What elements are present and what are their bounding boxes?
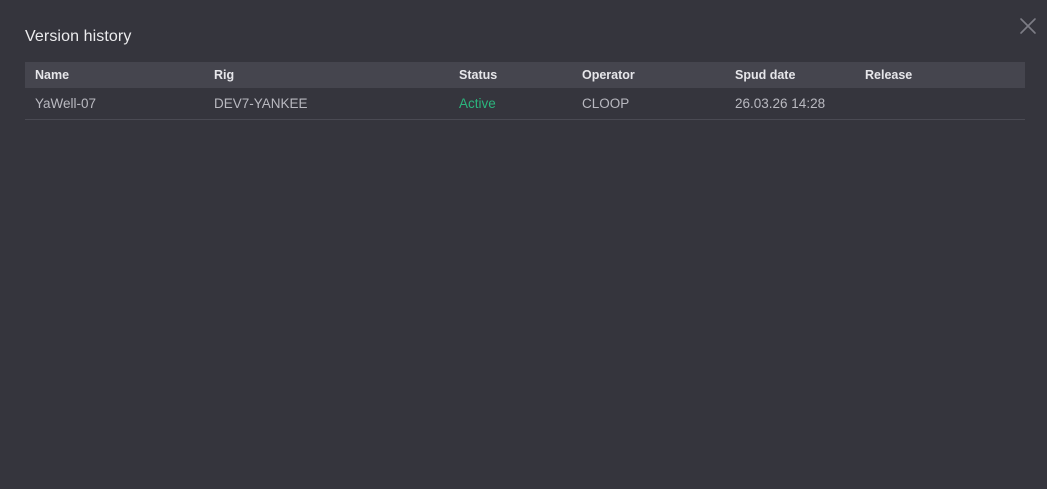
column-header-status[interactable]: Status	[459, 62, 497, 88]
close-icon	[1020, 18, 1036, 34]
version-table: Name Rig Status Operator Spud date Relea…	[25, 62, 1025, 120]
cell-rig: DEV7-YANKEE	[214, 96, 308, 111]
cell-name: YaWell-07	[35, 96, 97, 111]
cell-status: Active	[459, 96, 496, 111]
dialog-title: Version history	[25, 28, 132, 45]
column-header-rig[interactable]: Rig	[214, 62, 234, 88]
cell-spud-date: 26.03.26 14:28	[735, 96, 826, 111]
column-header-operator[interactable]: Operator	[582, 62, 635, 88]
table-header: Name Rig Status Operator Spud date Relea…	[25, 62, 1025, 88]
column-header-name[interactable]: Name	[35, 62, 69, 88]
close-button[interactable]	[1017, 15, 1039, 37]
column-header-release[interactable]: Release	[865, 62, 912, 88]
column-header-spud-date[interactable]: Spud date	[735, 62, 795, 88]
cell-operator: CLOOP	[582, 96, 630, 111]
version-history-dialog: Version history Name Rig Status Operator…	[0, 0, 1047, 489]
table-row[interactable]: YaWell-07 DEV7-YANKEE Active CLOOP 26.03…	[25, 88, 1025, 120]
